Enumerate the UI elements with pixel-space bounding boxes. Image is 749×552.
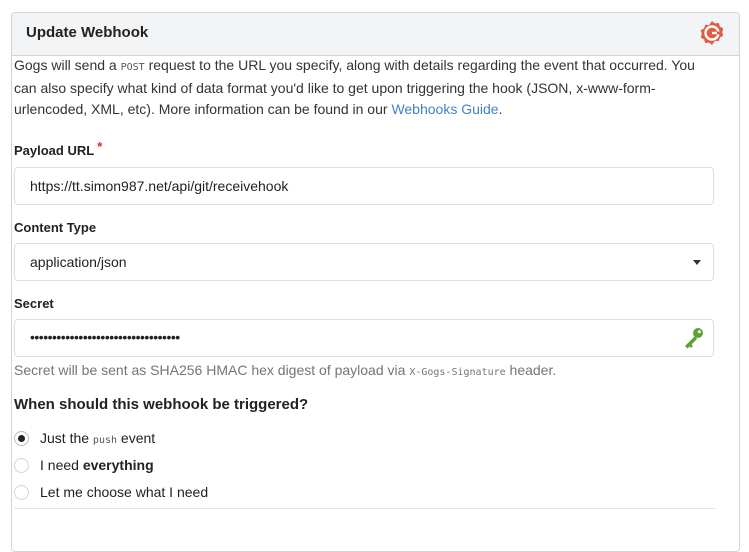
radio-label-bold: everything: [82, 457, 154, 473]
push-code: push: [92, 435, 118, 446]
required-mark: *: [97, 139, 103, 154]
webhooks-guide-link[interactable]: Webhooks Guide: [391, 101, 498, 117]
intro-text: Gogs will send a POST request to the URL…: [14, 55, 719, 120]
payload-url-input[interactable]: https://tt.simon987.net/api/git/receiveh…: [14, 167, 714, 205]
card-header: Update Webhook: [12, 13, 739, 56]
radio-button[interactable]: [14, 485, 29, 500]
gogs-logo-icon: [700, 21, 724, 45]
intro-text-part: Gogs will send a: [14, 57, 121, 73]
radio-label-part: I need: [40, 457, 83, 473]
content-type-select[interactable]: application/json: [14, 243, 714, 281]
help-text-part: Secret will be sent as SHA256 HMAC hex d…: [14, 362, 410, 378]
key-icon: [685, 328, 703, 349]
help-text-part: header.: [505, 362, 557, 378]
divider: [14, 508, 715, 509]
radio-choose-label: Let me choose what I need: [40, 484, 209, 500]
page-title: Update Webhook: [26, 24, 149, 41]
dropdown-caret-icon: [693, 260, 701, 265]
trigger-question: When should this webhook be triggered?: [14, 396, 309, 413]
payload-url-label-text: Payload URL: [14, 143, 95, 158]
radio-label-part: Just the: [40, 430, 93, 446]
signature-header-code: X-Gogs-Signature: [409, 367, 506, 378]
content-type-value: application/json: [30, 254, 127, 270]
secret-masked-value: ••••••••••••••••••••••••••••••••••: [30, 329, 180, 345]
payload-url-value: https://tt.simon987.net/api/git/receiveh…: [30, 178, 289, 194]
radio-button[interactable]: [14, 458, 29, 473]
content-type-label: Content Type: [14, 220, 97, 235]
radio-label-part: event: [117, 430, 156, 446]
payload-url-label: Payload URL *: [14, 139, 102, 158]
radio-button-checked[interactable]: [14, 431, 29, 446]
post-method-code: POST: [120, 62, 145, 73]
secret-input[interactable]: ••••••••••••••••••••••••••••••••••: [14, 319, 714, 357]
intro-text-part: .: [498, 101, 503, 117]
radio-push-label: Just the push event: [40, 430, 155, 446]
radio-everything-label: I need everything: [40, 457, 154, 473]
secret-label: Secret: [14, 296, 54, 311]
secret-help-text: Secret will be sent as SHA256 HMAC hex d…: [14, 362, 556, 378]
